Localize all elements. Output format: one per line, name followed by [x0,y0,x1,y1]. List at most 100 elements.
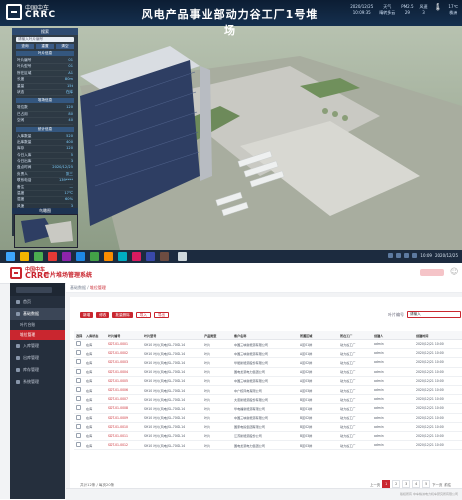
column-header[interactable]: 客户名称 [232,331,298,340]
pager-goto[interactable]: 前往 [444,482,451,487]
sidebar-item[interactable]: 库存管理 [10,364,65,376]
table-row[interactable]: 在库 SDT-01-0002 SH10 叶片(风电)SL-70ID-14 叶片 中国三峡… [74,348,462,359]
table-cell[interactable]: SDT-01-0010 [106,422,142,432]
table-cell[interactable]: SDT-01-0012 [106,440,142,451]
sidebar-search[interactable] [10,283,65,296]
column-header[interactable]: 所属区域 [298,331,338,340]
row-checkbox[interactable] [76,405,81,411]
clear-button[interactable]: 清空 [56,44,74,49]
sidebar-search-input[interactable] [16,287,52,293]
row-checkbox-cell[interactable] [74,422,84,432]
row-checkbox-cell[interactable] [74,431,84,442]
row-checkbox[interactable] [76,423,81,429]
sidebar-item[interactable]: 堆位管理 [10,330,65,340]
edit-button[interactable]: 修改 [96,312,110,318]
column-header[interactable]: 创建时间 [414,331,462,340]
row-checkbox-cell[interactable] [74,440,84,451]
column-header[interactable]: 创建人 [372,331,414,340]
table-row[interactable]: 在库 SDT-01-0011 SH10 叶片(风电)SL-70ID-14 叶片 江苏新能… [74,431,462,442]
chat-icon[interactable] [118,252,127,261]
minimap[interactable] [14,214,78,248]
pager-next[interactable]: 下一页 [432,482,442,487]
table-cell[interactable]: SDT-01-0007 [106,394,142,405]
table-cell[interactable]: SDT-01-0001 [106,339,142,350]
reset-button[interactable]: 重置 [36,44,54,49]
table-row[interactable]: 在库 SDT-01-0005 SH10 叶片(风电)SL-70ID-14 叶片 中国三峡… [74,376,462,386]
column-header[interactable]: 入库状态 [84,331,106,340]
row-checkbox-cell[interactable] [74,376,84,386]
row-checkbox-cell[interactable] [74,367,84,377]
table-cell[interactable]: SDT-01-0006 [106,385,142,396]
settings-icon[interactable] [160,252,169,261]
row-checkbox[interactable] [76,396,81,402]
table-row[interactable]: 在库 SDT-01-0012 SH10 叶片(风电)SL-70ID-14 叶片 国电龙源… [74,440,462,451]
table-row[interactable]: 在库 SDT-01-0007 SH10 叶片(风电)SL-70ID-14 叶片 大唐新能… [74,394,462,405]
browser-icon[interactable] [34,252,43,261]
user-chip[interactable] [420,269,444,276]
row-checkbox[interactable] [76,368,81,374]
table-cell[interactable]: SDT-01-0005 [106,376,142,386]
page-number[interactable]: 3 [402,480,411,488]
table-row[interactable]: 在库 SDT-01-0010 SH10 叶片(风电)SL-70ID-14 叶片 国家电投… [74,422,462,432]
row-checkbox[interactable] [76,350,81,356]
notification-icon[interactable] [412,253,418,258]
table-cell[interactable]: SDT-01-0011 [106,431,142,442]
table-row[interactable]: 在库 SDT-01-0004 SH10 叶片(风电)SL-70ID-14 叶片 国电龙源… [74,367,462,377]
row-checkbox[interactable] [76,432,81,438]
row-checkbox-cell[interactable] [74,403,84,414]
sidebar-item[interactable]: 叶片台账 [10,320,65,330]
search-input[interactable] [407,311,461,318]
table-cell[interactable]: SDT-01-0009 [106,413,142,423]
table-row[interactable]: 在库 SDT-01-0001 SH10 叶片(风电)SL-70ID-14 叶片 中国三峡… [74,339,462,350]
user-icon[interactable]: ☺ [450,267,458,276]
table-row[interactable]: 在库 SDT-01-0008 SH10 叶片(风电)SL-70ID-14 叶片 华电福新… [74,403,462,414]
table-cell[interactable]: SDT-01-0003 [106,357,142,368]
row-checkbox-cell[interactable] [74,357,84,368]
blade-search-input[interactable]: 请输入叶片编号 [16,37,74,42]
page-number[interactable]: 5 [422,480,431,488]
terminal-icon[interactable] [146,252,155,261]
row-checkbox[interactable] [76,341,81,347]
table-row[interactable]: 在库 SDT-01-0003 SH10 叶片(风电)SL-70ID-14 叶片 华能新能… [74,357,462,368]
chrome-icon[interactable] [178,252,187,261]
query-button[interactable]: 查询 [16,44,34,49]
column-header[interactable]: 叶片编号 [106,331,142,340]
row-checkbox[interactable] [76,359,81,365]
row-checkbox[interactable] [76,442,81,448]
row-checkbox-cell[interactable] [74,394,84,405]
sidebar-item[interactable]: 出库管理 [10,352,65,364]
excel-icon[interactable] [90,252,99,261]
row-checkbox-cell[interactable] [74,348,84,359]
column-header[interactable]: 所在工厂 [338,331,372,340]
table-cell[interactable]: SDT-01-0002 [106,348,142,359]
column-header[interactable]: 选择 [74,331,84,340]
sidebar-item[interactable]: 基础数据 [10,308,65,320]
table-row[interactable]: 在库 SDT-01-0009 SH10 叶片(风电)SL-70ID-14 叶片 中国三峡… [74,413,462,423]
add-button[interactable]: 新增 [80,312,94,318]
row-checkbox-cell[interactable] [74,413,84,423]
table-cell[interactable]: SDT-01-0004 [106,367,142,377]
app-icon[interactable] [48,252,57,261]
pager-prev[interactable]: 上一页 [370,482,380,487]
media-icon[interactable] [62,252,71,261]
row-checkbox[interactable] [76,387,81,393]
import-button[interactable]: 导入 [135,312,151,318]
ime-icon[interactable] [404,253,410,258]
word-icon[interactable] [76,252,85,261]
paint-icon[interactable] [132,252,141,261]
volume-icon[interactable] [396,253,402,258]
sidebar-item[interactable]: 首页 [10,296,65,308]
column-header[interactable]: 产品类型 [202,331,232,340]
explorer-icon[interactable] [20,252,29,261]
folder-icon[interactable] [104,252,113,261]
breadcrumb-home[interactable]: 基础数据 [70,285,86,290]
row-checkbox-cell[interactable] [74,339,84,350]
row-checkbox-cell[interactable] [74,385,84,396]
row-checkbox[interactable] [76,377,81,383]
sidebar-item[interactable]: 系统管理 [10,376,65,388]
page-number[interactable]: 4 [412,480,421,488]
page-number[interactable]: 2 [392,480,401,488]
sidebar-item[interactable]: 入库管理 [10,340,65,352]
table-cell[interactable]: SDT-01-0008 [106,403,142,414]
table-row[interactable]: 在库 SDT-01-0006 SH10 叶片(风电)SL-70ID-14 叶片 中广核风… [74,385,462,396]
